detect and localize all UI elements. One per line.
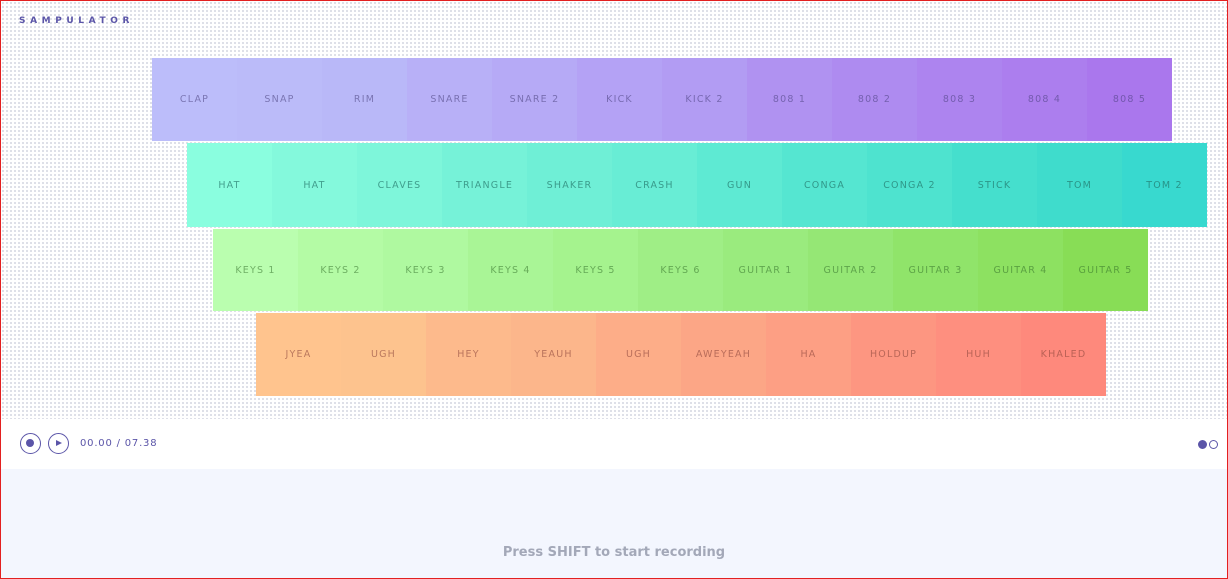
pad-row-percussion: HAT HAT CLAVES TRIANGLE SHAKER CRASH GUN CONGA C… [187,143,1207,227]
pad-808-5[interactable]: 808 5 [1087,58,1172,141]
pad-keys-3[interactable]: KEYS 3 [383,229,468,311]
pad-hat[interactable]: HAT [187,143,272,227]
pad-ugh[interactable]: UGH [596,313,681,396]
pad-holdup[interactable]: HOLDUP [851,313,936,396]
pad-stick[interactable]: STICK [952,143,1037,227]
pad-gun[interactable]: GUN [697,143,782,227]
pad-ugh[interactable]: UGH [341,313,426,396]
pad-keys-6[interactable]: KEYS 6 [638,229,723,311]
pad-hat[interactable]: HAT [272,143,357,227]
pad-snare[interactable]: SNARE [407,58,492,141]
pad-tom[interactable]: TOM [1037,143,1122,227]
page-indicator [1198,440,1218,449]
pad-guitar-5[interactable]: GUITAR 5 [1063,229,1148,311]
pad-row-drums: CLAP SNAP RIM SNARE SNARE 2 KICK KICK 2 808 1 80… [152,58,1172,141]
recording-hint: Press SHIFT to start recording [502,545,726,560]
pad-crash[interactable]: CRASH [612,143,697,227]
pad-808-3[interactable]: 808 3 [917,58,1002,141]
pad-aweyeah[interactable]: AWEYEAH [681,313,766,396]
pad-kick[interactable]: KICK [577,58,662,141]
pad-conga-2[interactable]: CONGA 2 [867,143,952,227]
pad-808-2[interactable]: 808 2 [832,58,917,141]
pad-jyea[interactable]: JYEA [256,313,341,396]
pad-808-1[interactable]: 808 1 [747,58,832,141]
pad-row-vocals: JYEA UGH HEY YEAUH UGH AWEYEAH HA HOLDUP HUH KHAL… [256,313,1106,396]
app-logo: SAMPULATOR [19,16,135,26]
pad-ha[interactable]: HA [766,313,851,396]
page-dot-1[interactable] [1198,440,1207,449]
app-frame: SAMPULATOR CLAP SNAP RIM SNARE SNARE 2 KICK KI… [0,0,1228,579]
play-button[interactable] [48,433,69,454]
pad-shaker[interactable]: SHAKER [527,143,612,227]
pad-huh[interactable]: HUH [936,313,1021,396]
player-toolbar: 00.00 / 07.38 [1,419,1227,469]
pad-yeauh[interactable]: YEAUH [511,313,596,396]
pad-keys-5[interactable]: KEYS 5 [553,229,638,311]
pad-triangle[interactable]: TRIANGLE [442,143,527,227]
record-button[interactable] [20,433,41,454]
pad-claves[interactable]: CLAVES [357,143,442,227]
pad-keys-1[interactable]: KEYS 1 [213,229,298,311]
pad-guitar-1[interactable]: GUITAR 1 [723,229,808,311]
pad-rim[interactable]: RIM [322,58,407,141]
page-dot-2[interactable] [1209,440,1218,449]
pad-guitar-4[interactable]: GUITAR 4 [978,229,1063,311]
pad-guitar-3[interactable]: GUITAR 3 [893,229,978,311]
pad-row-melodic: KEYS 1 KEYS 2 KEYS 3 KEYS 4 KEYS 5 KEYS 6 GUIT… [213,229,1148,311]
pad-snare-2[interactable]: SNARE 2 [492,58,577,141]
pad-808-4[interactable]: 808 4 [1002,58,1087,141]
recording-panel: Press SHIFT to start recording [1,469,1227,578]
pad-keys-4[interactable]: KEYS 4 [468,229,553,311]
play-icon [56,439,62,446]
pad-stage: SAMPULATOR CLAP SNAP RIM SNARE SNARE 2 KICK KI… [1,1,1227,419]
record-icon [26,439,34,447]
time-readout: 00.00 / 07.38 [80,438,158,449]
pad-snap[interactable]: SNAP [237,58,322,141]
pad-clap[interactable]: CLAP [152,58,237,141]
pad-conga[interactable]: CONGA [782,143,867,227]
pad-kick-2[interactable]: KICK 2 [662,58,747,141]
pad-guitar-2[interactable]: GUITAR 2 [808,229,893,311]
pad-khaled[interactable]: KHALED [1021,313,1106,396]
pad-keys-2[interactable]: KEYS 2 [298,229,383,311]
pad-tom-2[interactable]: TOM 2 [1122,143,1207,227]
pad-hey[interactable]: HEY [426,313,511,396]
